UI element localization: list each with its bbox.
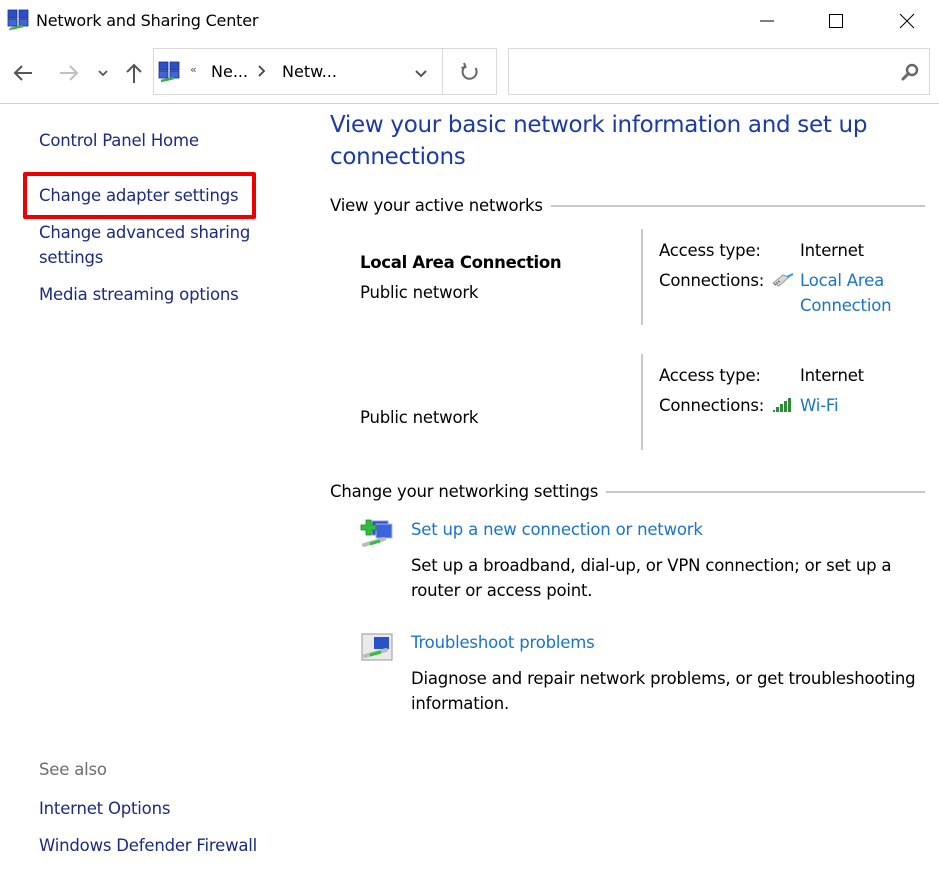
troubleshoot-icon — [361, 633, 393, 661]
access-type-label: Access type: — [659, 241, 761, 260]
page-title: View your basic network information and … — [330, 112, 868, 170]
minimize-button[interactable] — [744, 0, 790, 42]
network-type: Public network — [360, 408, 479, 427]
network-center-icon — [7, 9, 29, 31]
section-divider — [550, 204, 925, 207]
access-type-value: Internet — [800, 366, 864, 385]
sidebar-link-windows-defender-firewall[interactable]: Windows Defender Firewall — [39, 833, 257, 858]
network-entry: Local Area Connection Public network Acc… — [320, 229, 939, 329]
network-center-icon — [158, 61, 180, 83]
section-title: View your active networks — [330, 196, 543, 215]
navigation-bar: « Ne... Netw... — [0, 44, 939, 104]
search-icon[interactable] — [901, 63, 919, 81]
section-title: Change your networking settings — [330, 482, 599, 501]
address-overflow-button[interactable]: « — [190, 63, 197, 76]
sidebar-link-internet-options[interactable]: Internet Options — [39, 796, 170, 821]
address-dropdown-button[interactable] — [410, 63, 432, 83]
search-input[interactable] — [517, 57, 887, 87]
connection-link-wifi[interactable]: Wi-Fi — [800, 393, 920, 418]
close-button[interactable] — [884, 0, 930, 42]
see-also-heading: See also — [39, 760, 107, 779]
task-link-troubleshoot[interactable]: Troubleshoot problems — [411, 633, 595, 652]
sidebar-link-media-streaming-options[interactable]: Media streaming options — [39, 282, 239, 307]
arrow-right-icon — [60, 65, 79, 81]
main-content: View your basic network information and … — [320, 105, 939, 878]
connections-label: Connections: — [659, 271, 765, 290]
network-type: Public network — [360, 283, 479, 302]
maximize-icon — [829, 14, 843, 28]
wifi-signal-icon — [773, 398, 791, 412]
chevron-down-icon — [98, 70, 108, 77]
breadcrumb-network-sharing-center[interactable]: Netw... — [282, 62, 337, 81]
sidebar: Control Panel Home Change adapter settin… — [0, 105, 320, 878]
new-connection-icon — [360, 519, 393, 547]
sidebar-link-control-panel-home[interactable]: Control Panel Home — [39, 128, 199, 153]
task-description: Set up a broadband, dial-up, or VPN conn… — [411, 556, 892, 600]
up-button[interactable] — [120, 60, 148, 86]
title-bar: Network and Sharing Center — [0, 0, 939, 44]
access-type-value: Internet — [800, 241, 864, 260]
forward-button[interactable] — [54, 60, 84, 86]
arrow-left-icon — [13, 65, 32, 81]
minimize-icon — [760, 20, 774, 22]
sidebar-link-change-advanced-sharing-settings[interactable]: Change advanced sharing settings — [39, 220, 269, 270]
maximize-button[interactable] — [813, 0, 859, 42]
vertical-divider — [641, 229, 643, 325]
ethernet-icon — [772, 273, 794, 287]
refresh-button[interactable] — [443, 48, 497, 95]
section-divider — [606, 490, 925, 493]
network-entry: Public network Access type: Internet Con… — [320, 354, 939, 454]
breadcrumb-network-internet[interactable]: Ne... — [211, 62, 248, 81]
chevron-down-icon — [415, 69, 427, 77]
recent-locations-button[interactable] — [94, 60, 112, 86]
address-bar[interactable]: « Ne... Netw... — [153, 48, 443, 95]
back-button[interactable] — [8, 60, 38, 86]
connections-label: Connections: — [659, 396, 765, 415]
window-title: Network and Sharing Center — [36, 11, 259, 30]
search-box[interactable] — [508, 48, 930, 95]
access-type-label: Access type: — [659, 366, 761, 385]
chevron-right-icon[interactable] — [257, 65, 267, 77]
arrow-up-icon — [126, 63, 142, 83]
task-link-setup-connection[interactable]: Set up a new connection or network — [411, 520, 703, 539]
connection-link-local-area[interactable]: Local Area Connection — [800, 268, 920, 318]
section-active-networks: View your active networks — [330, 196, 925, 215]
close-icon — [899, 13, 915, 29]
vertical-divider — [641, 354, 643, 450]
task-description: Diagnose and repair network problems, or… — [411, 669, 916, 713]
sidebar-link-change-adapter-settings[interactable]: Change adapter settings — [39, 183, 239, 208]
section-change-networking-settings: Change your networking settings — [330, 482, 925, 501]
network-name: Local Area Connection — [360, 253, 562, 272]
refresh-icon — [460, 62, 478, 80]
